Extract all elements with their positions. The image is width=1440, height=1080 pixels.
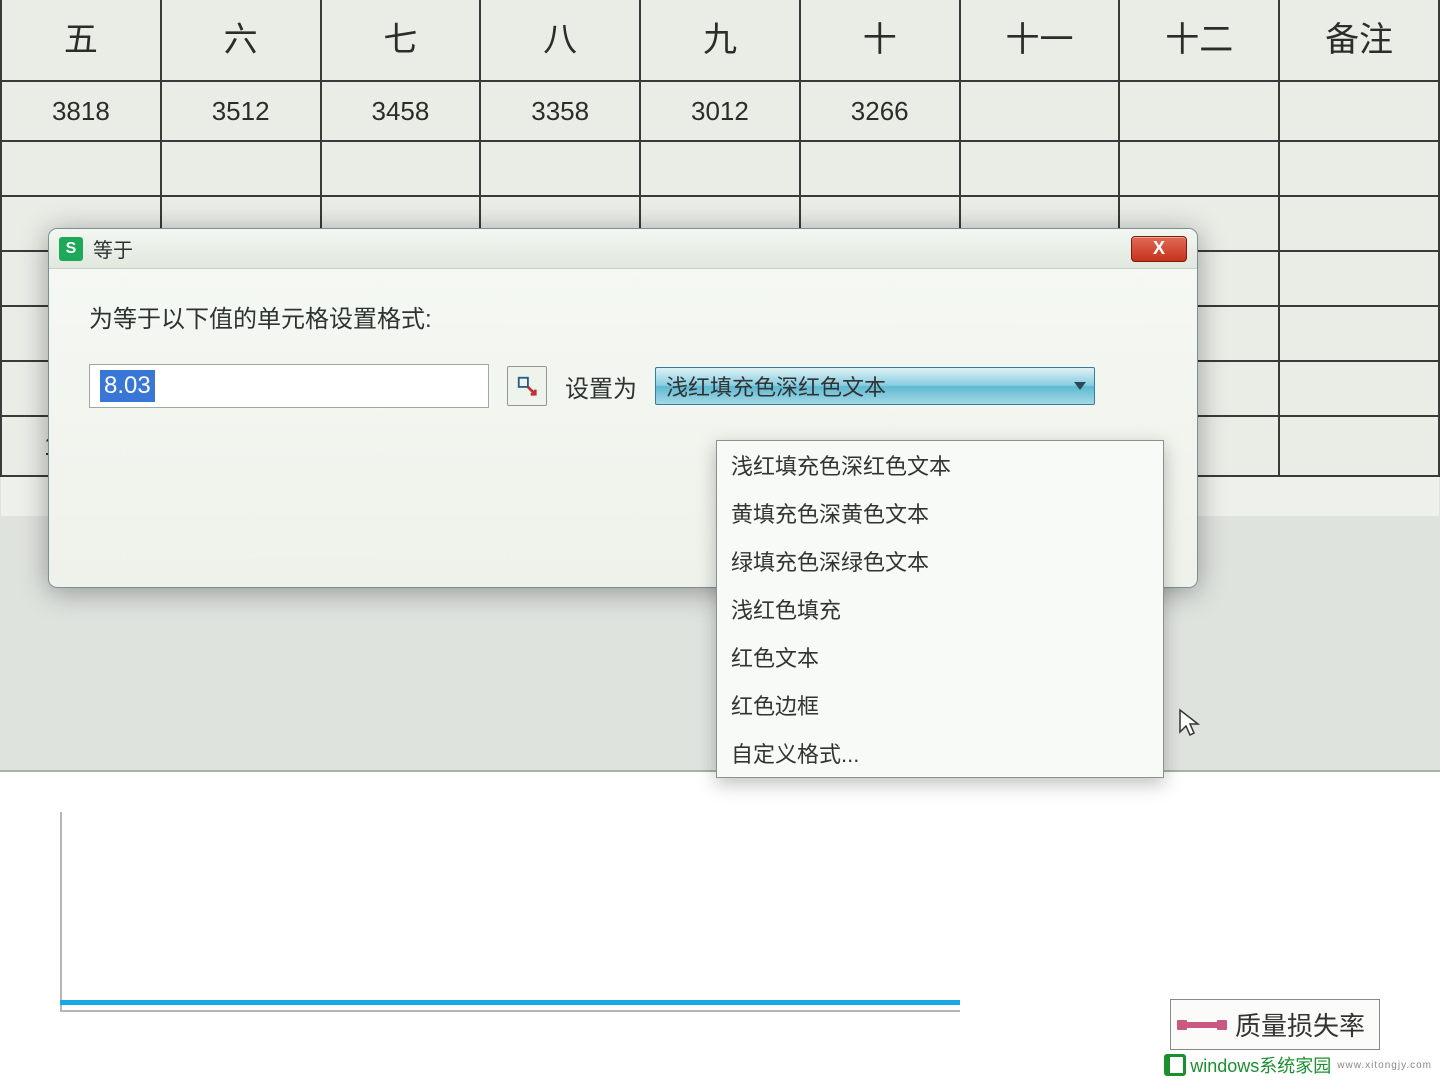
col-header[interactable]: 备注 [1279, 0, 1439, 81]
range-picker-icon [516, 375, 538, 397]
format-option[interactable]: 黄填充色深黄色文本 [717, 489, 1163, 537]
format-option[interactable]: 自定义格式... [717, 729, 1163, 777]
format-option[interactable]: 红色文本 [717, 633, 1163, 681]
col-header[interactable]: 九 [640, 0, 800, 81]
dialog-prompt: 为等于以下值的单元格设置格式: [89, 299, 1157, 334]
chevron-down-icon [1074, 382, 1086, 390]
cell[interactable]: 3012 [640, 81, 800, 141]
col-header[interactable]: 六 [161, 0, 321, 81]
close-icon: X [1153, 238, 1165, 259]
cell[interactable] [1279, 416, 1439, 476]
col-header[interactable]: 七 [321, 0, 481, 81]
chart-series-line [60, 1000, 960, 1005]
watermark: windows系统家园 www.xitongjy.com [1164, 1052, 1432, 1078]
chart-legend: 质量损失率 [1170, 999, 1380, 1050]
col-header[interactable]: 十 [800, 0, 960, 81]
cell[interactable]: 3512 [161, 81, 321, 141]
cell[interactable]: 3818 [1, 81, 161, 141]
chart-panel: 质量损失率 [0, 770, 1440, 1080]
cell[interactable] [960, 81, 1120, 141]
col-header[interactable]: 五 [1, 0, 161, 81]
app-icon: S [59, 237, 83, 261]
set-as-label: 设置为 [565, 369, 637, 404]
cell[interactable] [1279, 81, 1439, 141]
col-header[interactable]: 八 [480, 0, 640, 81]
format-option[interactable]: 浅红填充色深红色文本 [717, 441, 1163, 489]
col-header[interactable]: 十二 [1119, 0, 1279, 81]
cell[interactable]: 3458 [321, 81, 481, 141]
legend-marker-icon [1179, 1022, 1225, 1028]
col-header[interactable]: 十一 [960, 0, 1120, 81]
value-input-text: 8.03 [100, 370, 155, 402]
cell[interactable]: 3266 [800, 81, 960, 141]
dialog-title: 等于 [93, 234, 133, 263]
format-combo[interactable]: 浅红填充色深红色文本 [655, 367, 1095, 405]
format-option[interactable]: 红色边框 [717, 681, 1163, 729]
data-row: 3818 3512 3458 3358 3012 3266 [1, 81, 1439, 141]
mouse-cursor-icon [1178, 708, 1202, 738]
format-dropdown: 浅红填充色深红色文本 黄填充色深黄色文本 绿填充色深绿色文本 浅红色填充 红色文… [716, 440, 1164, 778]
watermark-brand: windows系统家园 [1190, 1052, 1331, 1078]
format-option[interactable]: 绿填充色深绿色文本 [717, 537, 1163, 585]
cell[interactable]: 3358 [480, 81, 640, 141]
watermark-icon [1164, 1054, 1186, 1076]
cell[interactable] [1119, 81, 1279, 141]
watermark-url: www.xitongjy.com [1337, 1060, 1432, 1071]
close-button[interactable]: X [1131, 236, 1187, 262]
format-option[interactable]: 浅红色填充 [717, 585, 1163, 633]
combo-selected-text: 浅红填充色深红色文本 [666, 370, 886, 402]
header-row: 五 六 七 八 九 十 十一 十二 备注 [1, 0, 1439, 81]
legend-label: 质量损失率 [1235, 1006, 1365, 1043]
value-input[interactable]: 8.03 [89, 364, 489, 408]
dialog-titlebar[interactable]: S 等于 X [49, 229, 1197, 269]
chart-axes [60, 812, 960, 1012]
range-picker-button[interactable] [507, 366, 547, 406]
